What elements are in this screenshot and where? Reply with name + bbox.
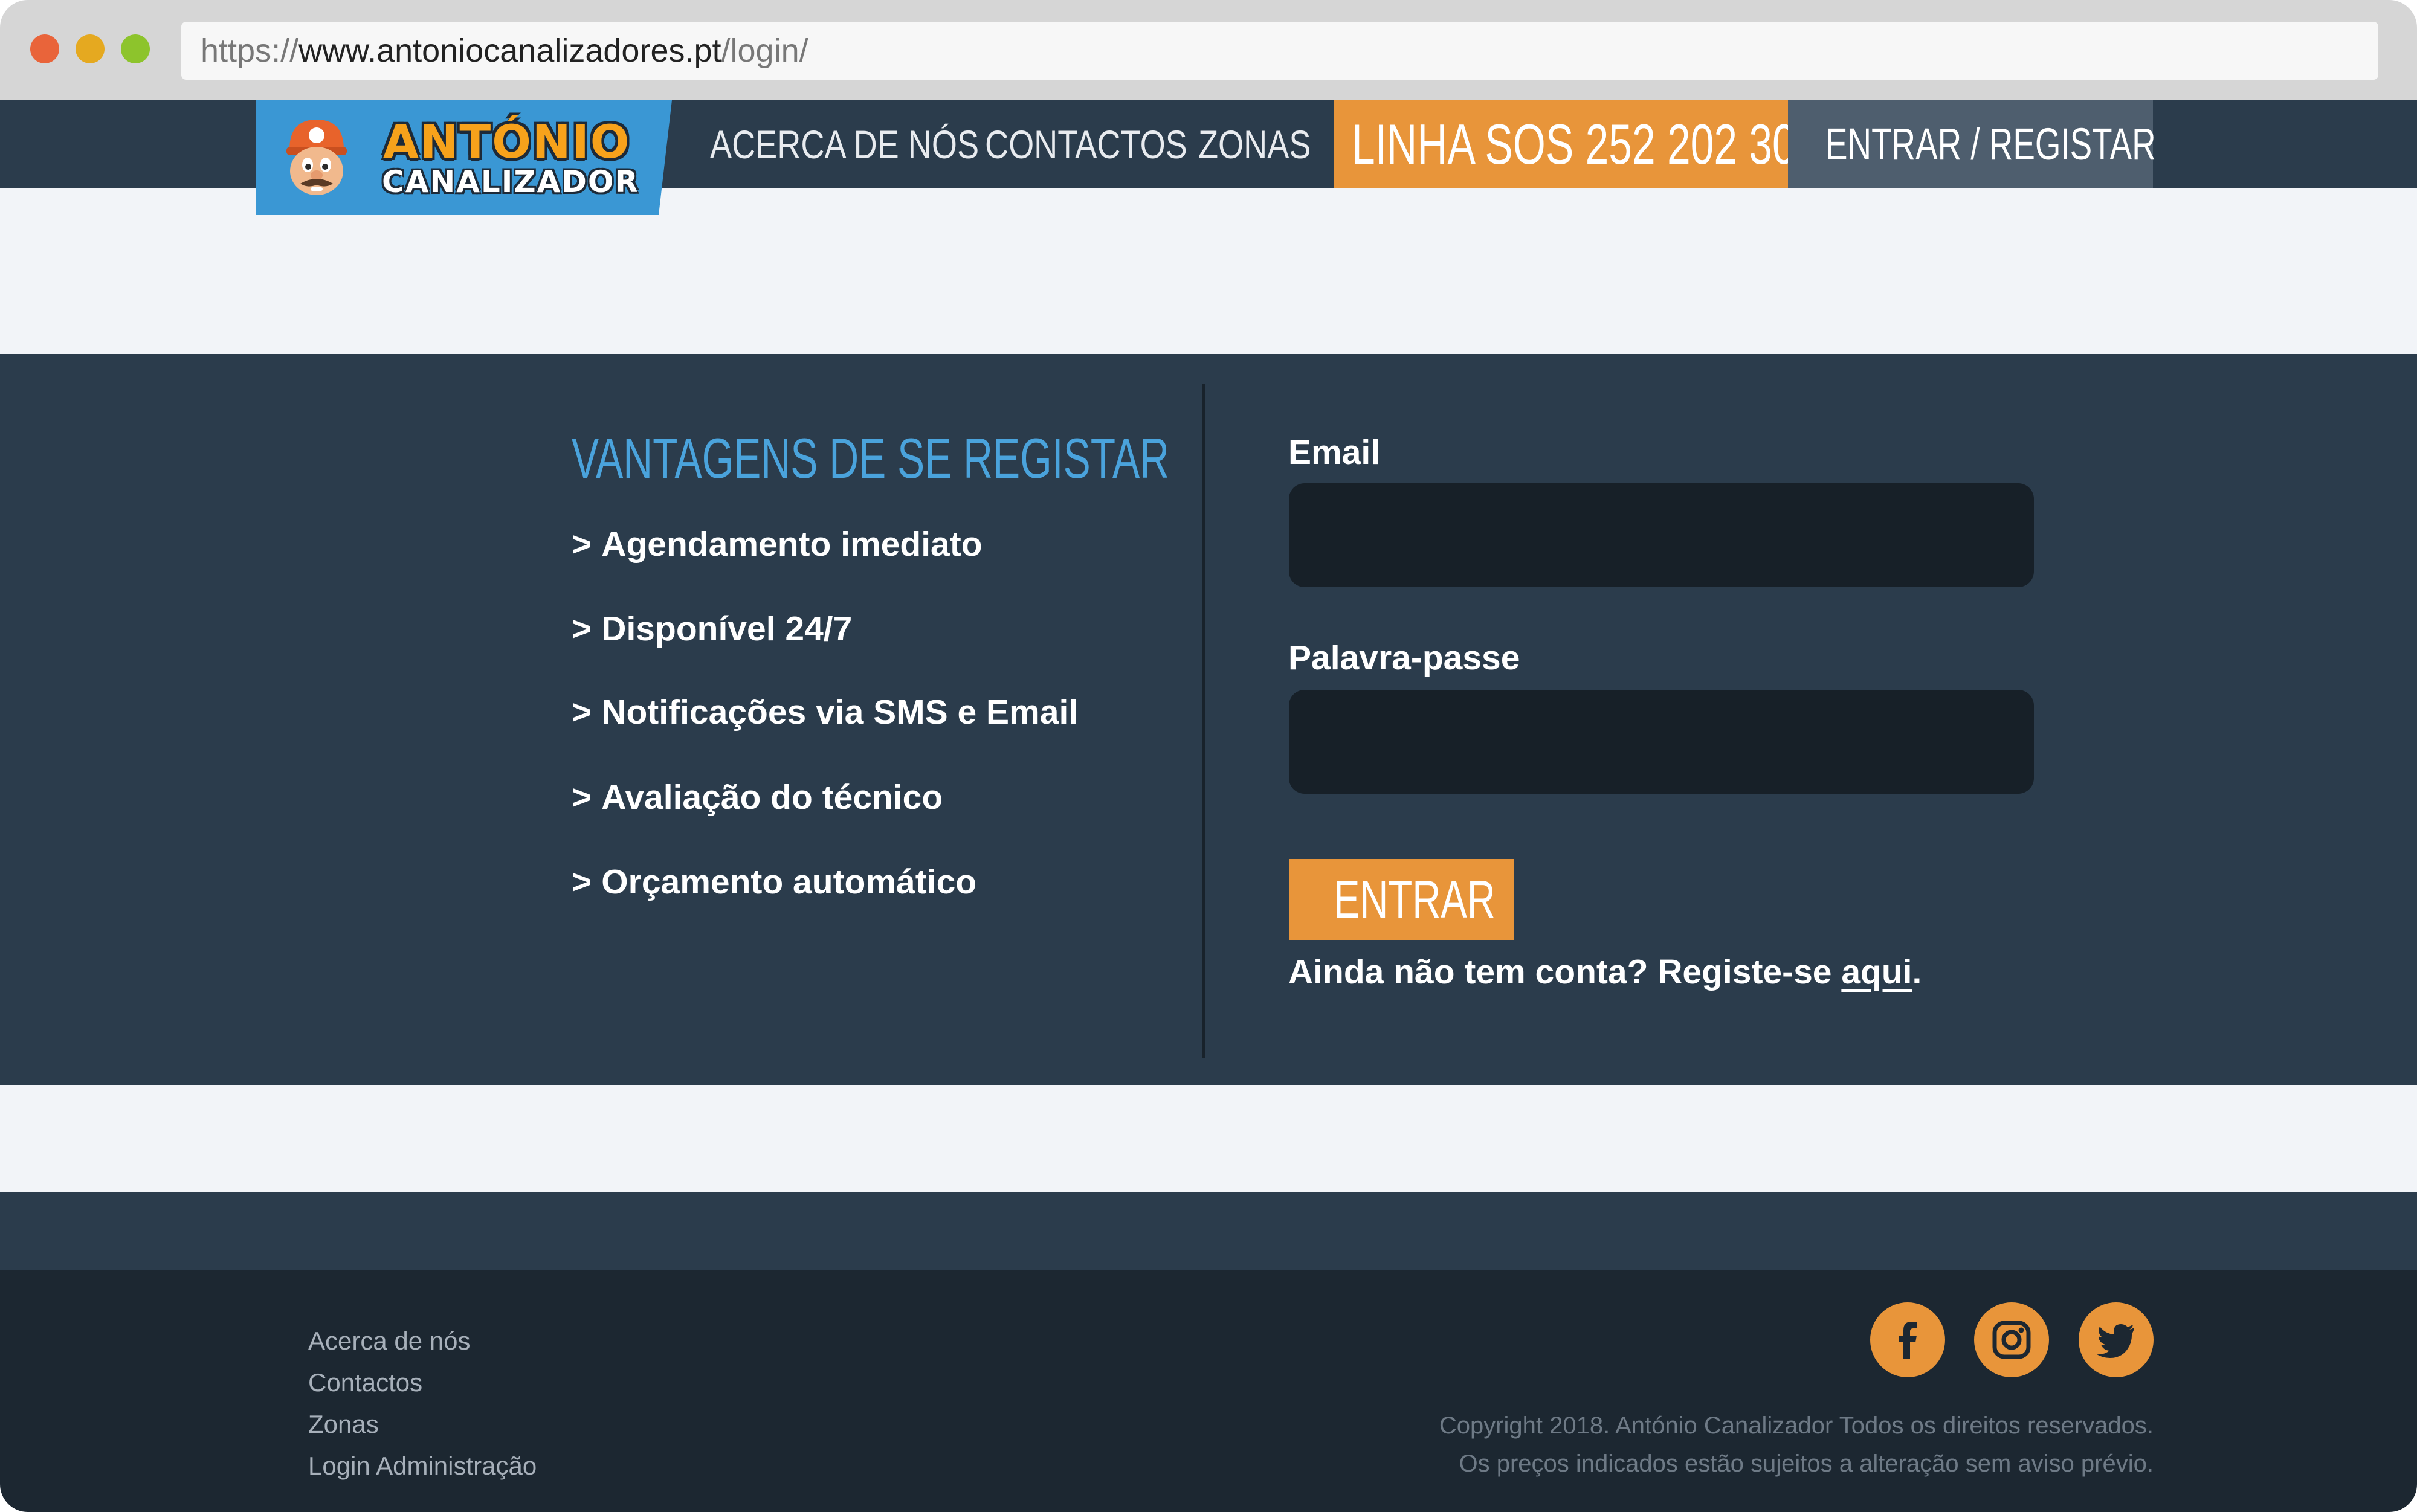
benefit-label: Avaliação do técnico (601, 778, 943, 817)
benefits-title: VANTAGENS DE SE REGISTAR (572, 426, 1170, 490)
benefit-item: > Avaliação do técnico (572, 777, 943, 817)
plumber-mascot-icon (286, 120, 347, 195)
register-prompt-text: Ainda não tem conta? Registe-se (1288, 953, 1842, 991)
close-window-button[interactable] (30, 34, 59, 63)
footer-link-zonas[interactable]: Zonas (308, 1410, 379, 1439)
nav-acerca-de-nos[interactable]: ACERCA DE NÓS (710, 100, 979, 188)
nav-entrar-registar[interactable]: ENTRAR / REGISTAR (1788, 100, 2156, 188)
facebook-button[interactable] (1870, 1302, 1945, 1377)
password-field[interactable] (1289, 690, 2034, 794)
instagram-button[interactable] (1974, 1302, 2049, 1377)
benefit-bullet: > (572, 610, 592, 648)
facebook-icon (1899, 1322, 1917, 1359)
footer-link-login-admin[interactable]: Login Administração (308, 1452, 537, 1481)
nav-zonas[interactable]: ZONAS (1198, 100, 1311, 188)
benefit-label: Notificações via SMS e Email (601, 693, 1079, 732)
nav-entrar-registar-label: ENTRAR / REGISTAR (1825, 119, 2156, 169)
browser-window: https://www.antoniocanalizadores.pt/logi… (0, 0, 2417, 1512)
instagram-icon (1992, 1321, 2031, 1359)
footer-link-acerca[interactable]: Acerca de nós (308, 1327, 471, 1356)
logo-text-canalizador: CANALIZADOR (382, 164, 639, 199)
sos-hotline-label: LINHA SOS 252 202 303 (1352, 112, 1819, 176)
benefit-bullet: > (572, 693, 592, 732)
twitter-icon (2097, 1324, 2134, 1358)
benefit-bullet: > (572, 778, 592, 817)
benefit-label: Orçamento automático (601, 863, 977, 901)
twitter-button[interactable] (2079, 1302, 2154, 1377)
browser-chrome: https://www.antoniocanalizadores.pt/logi… (0, 0, 2417, 100)
benefit-item: > Notificações via SMS e Email (572, 692, 1078, 732)
entrar-button-label: ENTRAR (1334, 869, 1496, 929)
footer-link-contactos[interactable]: Contactos (308, 1368, 422, 1397)
email-field[interactable] (1289, 483, 2034, 587)
benefit-item: > Disponível 24/7 (572, 609, 852, 649)
register-prompt-end: . (1912, 953, 1922, 991)
email-label: Email (1288, 433, 1381, 472)
benefit-label: Disponível 24/7 (601, 610, 853, 648)
copyright-text: Copyright 2018. António Canalizador Todo… (1439, 1412, 2154, 1439)
benefit-bullet: > (572, 525, 592, 564)
url-scheme: https:// (201, 33, 299, 69)
password-label: Palavra-passe (1288, 639, 1520, 677)
url-host: www.antoniocanalizadores.pt (298, 33, 721, 69)
minimize-window-button[interactable] (76, 34, 105, 63)
section-divider (1202, 384, 1205, 1058)
address-bar[interactable]: https://www.antoniocanalizadores.pt/logi… (181, 22, 2378, 80)
entrar-button[interactable]: ENTRAR (1289, 859, 1514, 940)
logo-text-antonio: ANTÓNIO (383, 115, 631, 169)
benefit-item: > Orçamento automático (572, 862, 976, 902)
url-path: /login/ (721, 33, 808, 69)
benefit-bullet: > (572, 863, 592, 901)
nav-contactos[interactable]: CONTACTOS (985, 100, 1187, 188)
login-section (0, 354, 2417, 1085)
logo-tail (659, 100, 672, 215)
benefit-label: Agendamento imediato (601, 525, 983, 564)
register-link[interactable]: aqui (1841, 953, 1912, 991)
prefooter-band (0, 1192, 2417, 1270)
benefit-item: > Agendamento imediato (572, 524, 983, 564)
sos-hotline-button[interactable]: LINHA SOS 252 202 303 (1334, 100, 1819, 188)
price-disclaimer-text: Os preços indicados estão sujeitos a alt… (1459, 1450, 2154, 1477)
site-logo[interactable]: ANTÓNIO CANALIZADOR (256, 100, 659, 215)
maximize-window-button[interactable] (121, 34, 150, 63)
register-prompt: Ainda não tem conta? Registe-se aqui. (1288, 952, 1922, 992)
